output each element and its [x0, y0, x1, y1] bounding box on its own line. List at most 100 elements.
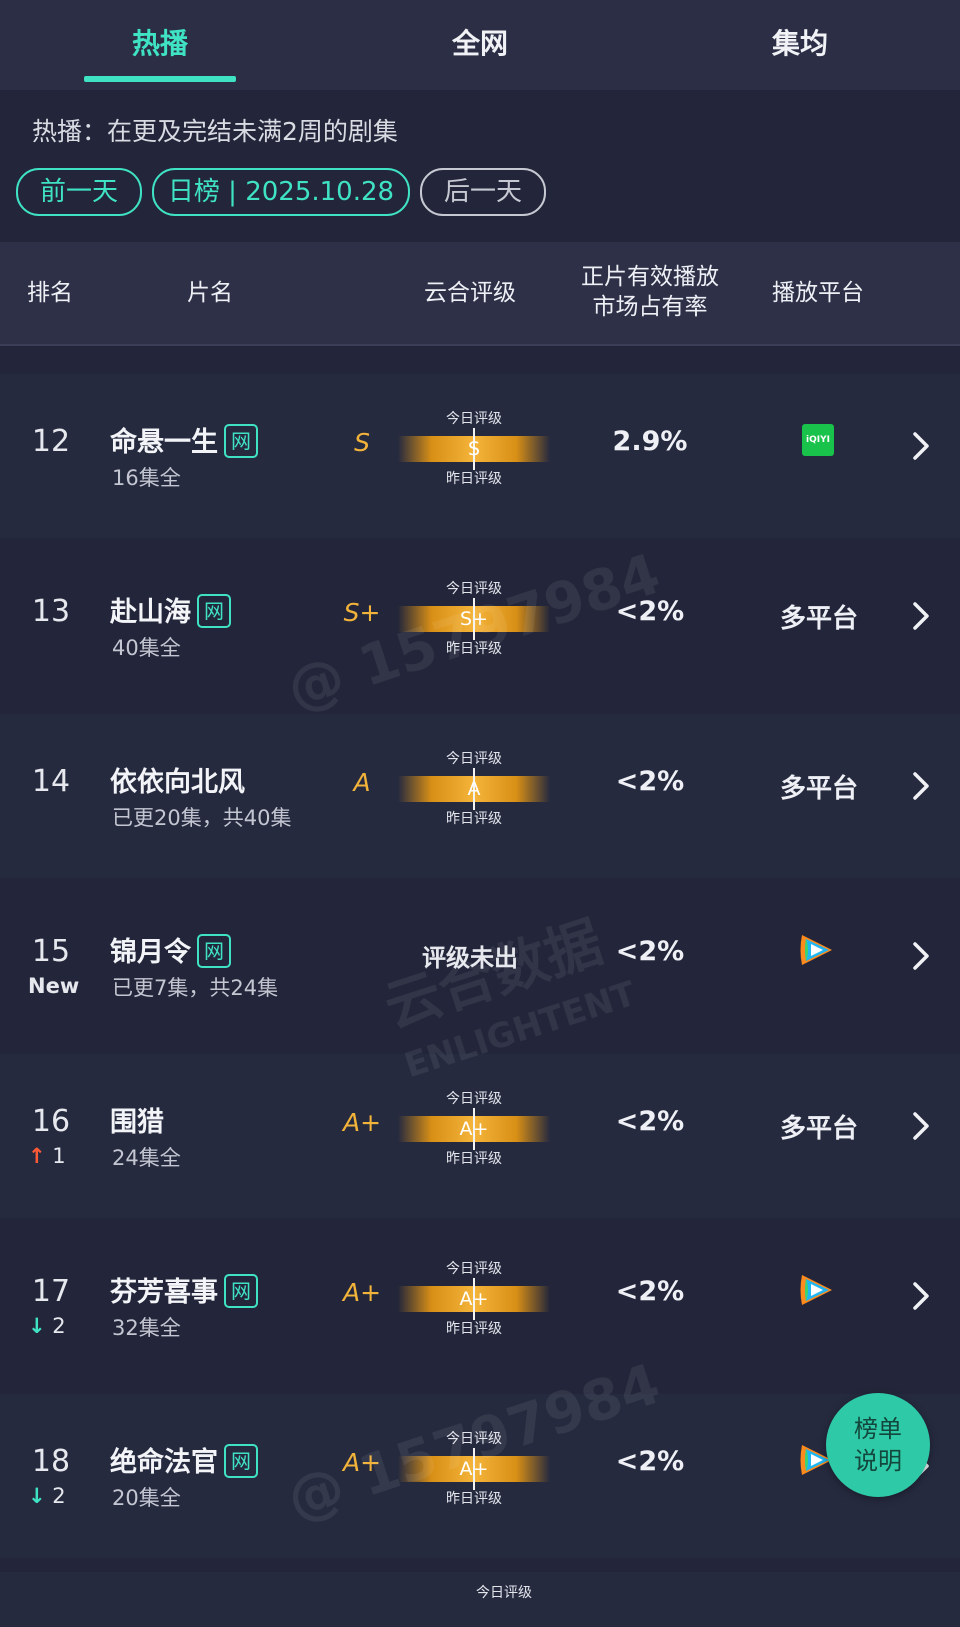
drama-title[interactable]: 绝命法官网	[110, 1440, 258, 1479]
chevron-right-icon[interactable]	[908, 596, 934, 636]
rank-number: 18	[31, 1444, 71, 1479]
rating-pending: 评级未出	[422, 944, 518, 972]
drama-title[interactable]: 芬芳喜事网	[110, 1270, 258, 1309]
rank-number: 16	[31, 1104, 71, 1139]
platform-multi: 多平台	[779, 1114, 858, 1144]
table-row[interactable]: 13 赴山海网 40集全 S+ 今日评级 S+ 昨日评级 <2% 多平台	[0, 544, 960, 708]
drama-title[interactable]: 依依向北风	[110, 760, 245, 799]
gauge-yesterday-label: 昨日评级	[446, 1321, 502, 1337]
table-row[interactable]: 18 ↓ 2 绝命法官网 20集全 A+ 今日评级 A+ 昨日评级 <2%	[0, 1394, 960, 1558]
table-row[interactable]: 14 依依向北风 已更20集，共40集 A 今日评级 A 昨日评级 <2% 多平台	[0, 714, 960, 878]
market-share: <2%	[615, 1446, 685, 1477]
chevron-right-icon[interactable]	[908, 1276, 934, 1316]
table-header: 排名 片名 云合评级 正片有效播放 市场占有率 播放平台	[0, 242, 960, 346]
rating-gauge: 今日评级 S+ 昨日评级	[398, 572, 550, 662]
drama-title-text: 赴山海	[110, 597, 191, 628]
rank-change: ↓ 2	[28, 1314, 66, 1338]
web-drama-badge: 网	[197, 594, 231, 628]
header-title: 片名	[187, 280, 233, 306]
tencent-video-icon	[800, 935, 832, 965]
legend-button-line1: 榜单	[854, 1415, 902, 1443]
rating-grade: A+	[342, 1448, 382, 1477]
episode-status: 24集全	[112, 1146, 181, 1170]
chevron-right-icon[interactable]	[908, 1106, 934, 1146]
rank-number: 15	[31, 934, 71, 969]
gauge-grade: A+	[459, 1458, 489, 1480]
rating-gauge: 今日评级 A 昨日评级	[398, 742, 550, 832]
market-share: <2%	[615, 936, 685, 967]
chevron-right-icon[interactable]	[908, 766, 934, 806]
arrow-down-icon: ↓	[28, 1484, 46, 1508]
gauge-yesterday-label: 昨日评级	[446, 471, 502, 487]
header-rank: 排名	[27, 280, 73, 306]
prev-day-button[interactable]: 前一天	[16, 168, 142, 216]
gauge-today-label: 今日评级	[446, 411, 502, 427]
header-platform: 播放平台	[772, 280, 864, 306]
iqiyi-logo-icon: iQIYI	[802, 424, 834, 456]
gauge-today-label: 今日评级	[446, 751, 502, 767]
date-selector[interactable]: 日榜 | 2025.10.28	[152, 168, 410, 216]
new-badge: New	[28, 974, 80, 998]
next-day-button[interactable]: 后一天	[420, 168, 546, 216]
drama-title[interactable]: 赴山海网	[110, 590, 231, 629]
market-share: <2%	[615, 596, 685, 627]
web-drama-badge: 网	[224, 1274, 258, 1308]
rating-grade: S	[354, 428, 370, 457]
gauge-today-label: 今日评级	[446, 1091, 502, 1107]
web-drama-badge: 网	[224, 424, 258, 458]
table-row[interactable]: 15 New 锦月令网已更7集，共24集 评级未出 <2%	[0, 884, 960, 1048]
drama-title[interactable]: 命悬一生网	[110, 420, 258, 459]
platform-multi: 多平台	[779, 604, 858, 634]
chevron-right-icon[interactable]	[908, 936, 934, 976]
table-row[interactable]: 12 命悬一生网 16集全 S 今日评级 S 昨日评级 2.9% iQIYI	[0, 374, 960, 538]
filter-area: 热播：在更及完结未满2周的剧集 前一天 日榜 | 2025.10.28 后一天	[0, 90, 960, 242]
gauge-yesterday-label: 昨日评级	[446, 1491, 502, 1507]
header-rating: 云合评级	[424, 280, 516, 306]
rating-gauge: 今日评级 A+ 昨日评级	[398, 1422, 550, 1512]
header-share-line1: 正片有效播放	[581, 264, 719, 290]
market-share: <2%	[615, 1106, 685, 1137]
gauge-grade: A+	[459, 1118, 489, 1140]
gauge-today-label: 今日评级	[476, 1585, 532, 1601]
rank-number: 17	[31, 1274, 71, 1309]
rating-gauge: 今日评级 S 昨日评级	[398, 402, 550, 492]
drama-title-text: 围猎	[110, 1107, 164, 1138]
episode-status: 32集全	[112, 1316, 181, 1340]
web-drama-badge: 网	[197, 934, 231, 968]
drama-title[interactable]: 锦月令网	[110, 930, 231, 969]
market-share: 2.9%	[612, 426, 688, 457]
gauge-today-label: 今日评级	[446, 1261, 502, 1277]
legend-button[interactable]: 榜单 说明	[826, 1393, 930, 1497]
chevron-right-icon[interactable]	[908, 426, 934, 466]
gauge-grade: A+	[459, 1288, 489, 1310]
tab-per-episode[interactable]: 集均	[640, 0, 960, 90]
tab-hot[interactable]: 热播	[0, 0, 320, 90]
list-description: 热播：在更及完结未满2周的剧集	[32, 117, 398, 146]
legend-button-line2: 说明	[854, 1447, 902, 1475]
rating-gauge: 今日评级 A+ 昨日评级	[398, 1252, 550, 1342]
table-row-partial[interactable]: 今日评级	[0, 1572, 960, 1627]
drama-title-text: 依依向北风	[110, 767, 245, 798]
rank-change-value: 1	[52, 1144, 66, 1168]
rank-number: 12	[31, 424, 71, 459]
episode-status: 已更20集，共40集	[112, 806, 292, 830]
platform-multi: 多平台	[779, 774, 858, 804]
web-drama-badge: 网	[224, 1444, 258, 1478]
gauge-grade: S+	[460, 608, 488, 630]
gauge-yesterday-label: 昨日评级	[446, 811, 502, 827]
rating-grade: A+	[342, 1108, 382, 1137]
arrow-down-icon: ↓	[28, 1314, 46, 1338]
drama-title[interactable]: 围猎	[110, 1100, 164, 1139]
gauge-today-label: 今日评级	[446, 1431, 502, 1447]
tencent-video-icon	[800, 1275, 832, 1305]
rating-grade: A+	[342, 1278, 382, 1307]
tab-all-network[interactable]: 全网	[320, 0, 640, 90]
market-share: <2%	[615, 1276, 685, 1307]
table-row[interactable]: 16 ↑ 1 围猎 24集全 A+ 今日评级 A+ 昨日评级 <2% 多平台	[0, 1054, 960, 1218]
table-row[interactable]: 17 ↓ 2 芬芳喜事网 32集全 A+ 今日评级 A+ 昨日评级 <2%	[0, 1224, 960, 1388]
market-share: <2%	[615, 766, 685, 797]
drama-title-text: 命悬一生	[110, 427, 218, 458]
drama-title-text: 锦月令	[110, 937, 191, 968]
arrow-up-icon: ↑	[28, 1144, 46, 1168]
gauge-grade: A	[467, 778, 481, 800]
